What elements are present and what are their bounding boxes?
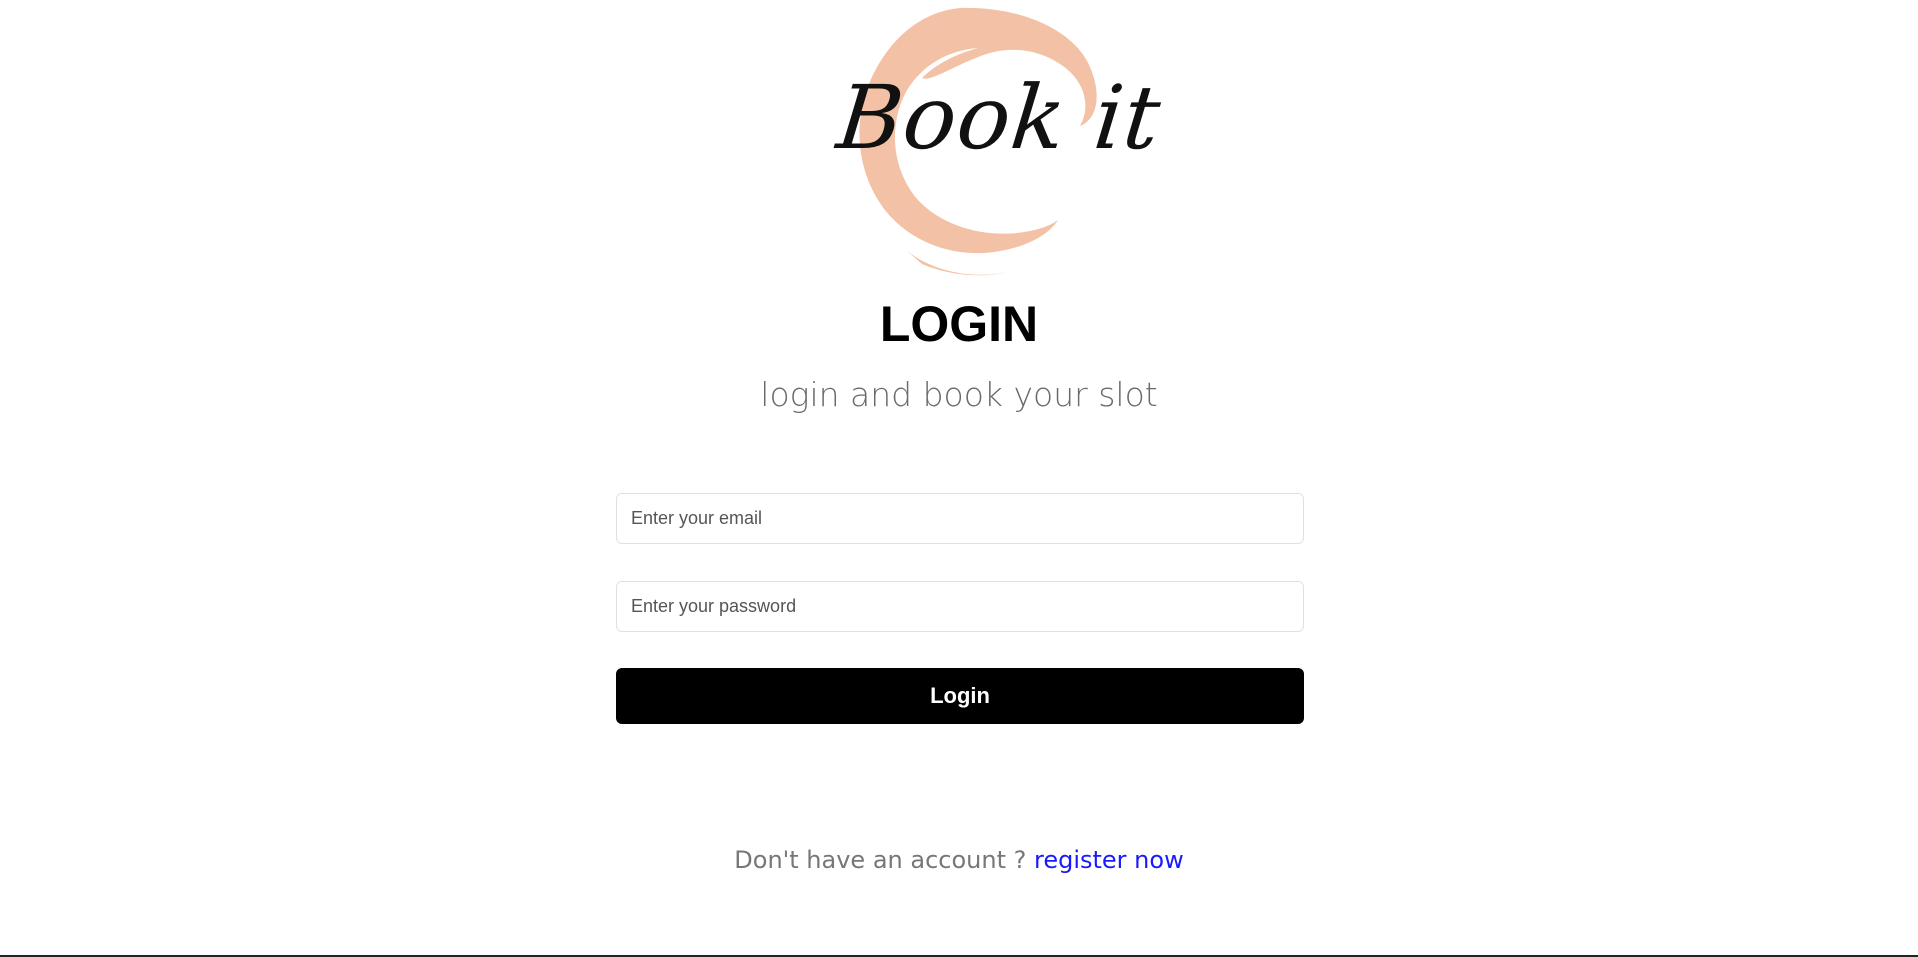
register-prompt: Don't have an account ? register now [0,842,1918,878]
brand-logo-text: Book it [832,66,1166,169]
page-title: LOGIN [879,296,1039,352]
login-button[interactable]: Login [616,668,1304,724]
register-prompt-text: Don't have an account ? [734,846,1034,874]
password-input[interactable] [616,581,1304,632]
page-subtitle: login and book your slot [760,375,1158,414]
register-link[interactable]: register now [1034,846,1184,874]
email-input[interactable] [616,493,1304,544]
